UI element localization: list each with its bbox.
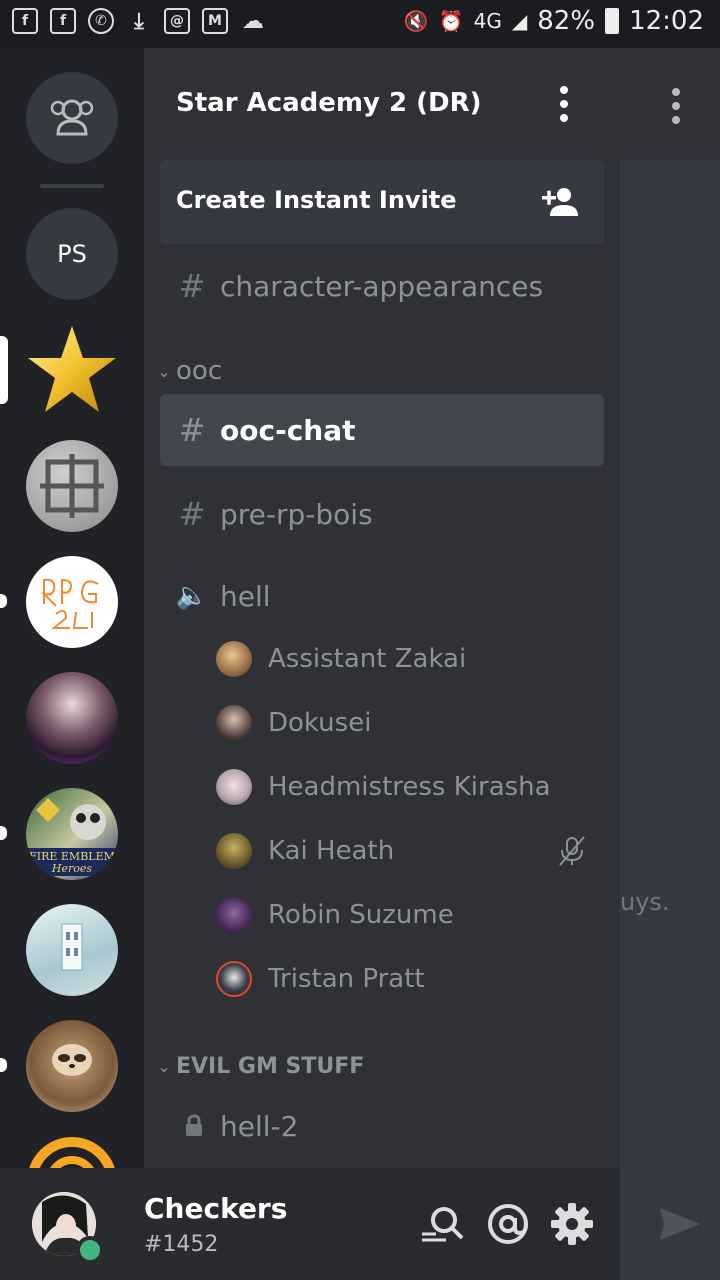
chevron-down-icon: ⌄: [157, 1057, 171, 1076]
muted-mic-icon: [559, 836, 585, 866]
battery-percent: 82%: [537, 6, 596, 36]
avatar: [216, 641, 252, 677]
online-status-indicator: [76, 1236, 104, 1264]
facebook-icon: f: [50, 8, 76, 34]
svg-text:Heroes: Heroes: [51, 862, 92, 875]
chat-header: [620, 48, 720, 160]
member-name: Kai Heath: [268, 836, 395, 866]
voice-member[interactable]: Headmistress Kirasha: [216, 759, 596, 815]
hash-icon: #: [178, 495, 206, 533]
guild-orange-spiral[interactable]: [26, 1136, 118, 1168]
avatar: [216, 897, 252, 933]
game-icon: ☁: [242, 8, 264, 34]
channel-hell-2[interactable]: hell-2: [160, 1090, 604, 1162]
status-bar: f f ✆ ⤓ @ M ☁ 🔇 ⏰ 4G ◢ 82% 12:02: [0, 0, 720, 48]
avatar: [216, 769, 252, 805]
guild-ps[interactable]: PS: [26, 208, 118, 300]
user-discriminator: #1452: [144, 1232, 219, 1257]
guild-anime-girl[interactable]: [26, 672, 118, 764]
speaker-icon: 🔈: [175, 581, 209, 611]
add-user-icon: [542, 188, 578, 216]
voice-member[interactable]: Robin Suzume: [216, 887, 596, 943]
member-name: Headmistress Kirasha: [268, 772, 551, 802]
guild-rpg[interactable]: [26, 556, 118, 648]
chevron-down-icon: ⌄: [157, 361, 171, 381]
unread-indicator: [0, 594, 7, 608]
category-ooc[interactable]: ⌄ ooc: [152, 356, 222, 386]
signal-icon: ◢: [511, 9, 528, 33]
member-name: Robin Suzume: [268, 900, 454, 930]
voice-member[interactable]: Dokusei: [216, 695, 596, 751]
selected-guild-pill: [0, 336, 8, 404]
channel-name: hell: [220, 579, 271, 613]
channel-name: ooc-chat: [220, 413, 356, 447]
network-label: 4G: [473, 9, 502, 33]
guild-stone-emblem[interactable]: [26, 440, 118, 532]
voice-channel-hell[interactable]: 🔈 hell: [160, 560, 604, 632]
category-name: ooc: [176, 356, 223, 386]
emblem-icon: [40, 454, 104, 518]
gmail-icon: M: [202, 8, 228, 34]
mute-icon: 🔇: [403, 9, 429, 33]
spiral-icon: [29, 1137, 115, 1168]
facebook-icon: f: [12, 8, 38, 34]
category-name: EVIL GM STUFF: [176, 1054, 365, 1079]
channel-character-appearances[interactable]: # character-appearances: [160, 250, 604, 322]
channel-name: pre-rp-bois: [220, 497, 373, 531]
voice-member[interactable]: Kai Heath: [216, 823, 596, 879]
guild-separator: [40, 184, 104, 188]
channel-name: character-appearances: [220, 269, 544, 303]
unread-indicator: [0, 826, 7, 840]
server-menu-icon[interactable]: [560, 86, 568, 122]
member-name: Tristan Pratt: [268, 964, 425, 994]
guild-sloth[interactable]: [26, 1020, 118, 1112]
chat-menu-icon[interactable]: [672, 88, 680, 124]
avatar: [216, 961, 252, 997]
avatar: [216, 705, 252, 741]
guild-building[interactable]: [26, 904, 118, 996]
member-name: Dokusei: [268, 708, 372, 738]
lock-icon: [186, 1114, 202, 1136]
sloth-icon: [52, 1044, 92, 1076]
channel-name: hell-2: [220, 1109, 299, 1143]
unread-indicator: [0, 1058, 7, 1072]
username: Checkers: [144, 1192, 288, 1225]
chat-input-area: [620, 1168, 720, 1280]
building-icon: [61, 923, 83, 971]
hash-icon: #: [178, 411, 206, 449]
create-invite-button[interactable]: Create Instant Invite: [160, 160, 604, 244]
chat-background: [620, 48, 720, 1168]
chat-message-fragment: uys.: [620, 888, 670, 916]
mention-icon[interactable]: [486, 1202, 530, 1246]
guild-fire-emblem-heroes[interactable]: FIRE EMBLEM Heroes: [26, 788, 118, 880]
search-icon[interactable]: [420, 1202, 464, 1246]
send-icon[interactable]: [658, 1204, 702, 1244]
download-icon: ⤓: [134, 8, 144, 34]
guild-star[interactable]: [26, 324, 118, 416]
mail-icon: @: [164, 8, 190, 34]
hash-icon: #: [178, 267, 206, 305]
channel-ooc-chat[interactable]: # ooc-chat: [160, 394, 604, 466]
server-name: Star Academy 2 (DR): [176, 88, 482, 118]
channel-panel: Star Academy 2 (DR) Create Instant Invit…: [144, 48, 620, 1168]
create-invite-label: Create Instant Invite: [176, 186, 457, 214]
friends-button[interactable]: [26, 72, 118, 164]
user-panel: Checkers #1452: [0, 1168, 620, 1280]
battery-icon: [605, 8, 620, 34]
avatar: [216, 833, 252, 869]
voice-member[interactable]: Tristan Pratt: [216, 951, 596, 1007]
clock: 12:02: [629, 6, 704, 36]
star-icon: [28, 326, 116, 412]
whatsapp-icon: ✆: [88, 8, 114, 34]
friends-icon: [50, 99, 94, 136]
rpg-logo-icon: [40, 578, 99, 629]
fire-emblem-logo-icon: FIRE EMBLEM Heroes: [26, 798, 118, 876]
guild-sidebar: PS FIRE EMBLEM Heroes: [0, 48, 144, 1168]
member-name: Assistant Zakai: [268, 644, 467, 674]
gear-icon[interactable]: [550, 1202, 594, 1246]
voice-member[interactable]: Assistant Zakai: [216, 631, 596, 687]
channel-pre-rp-bois[interactable]: # pre-rp-bois: [160, 478, 604, 550]
category-evil-gm-stuff[interactable]: ⌄ EVIL GM STUFF: [152, 1054, 364, 1079]
alarm-icon: ⏰: [438, 9, 464, 33]
